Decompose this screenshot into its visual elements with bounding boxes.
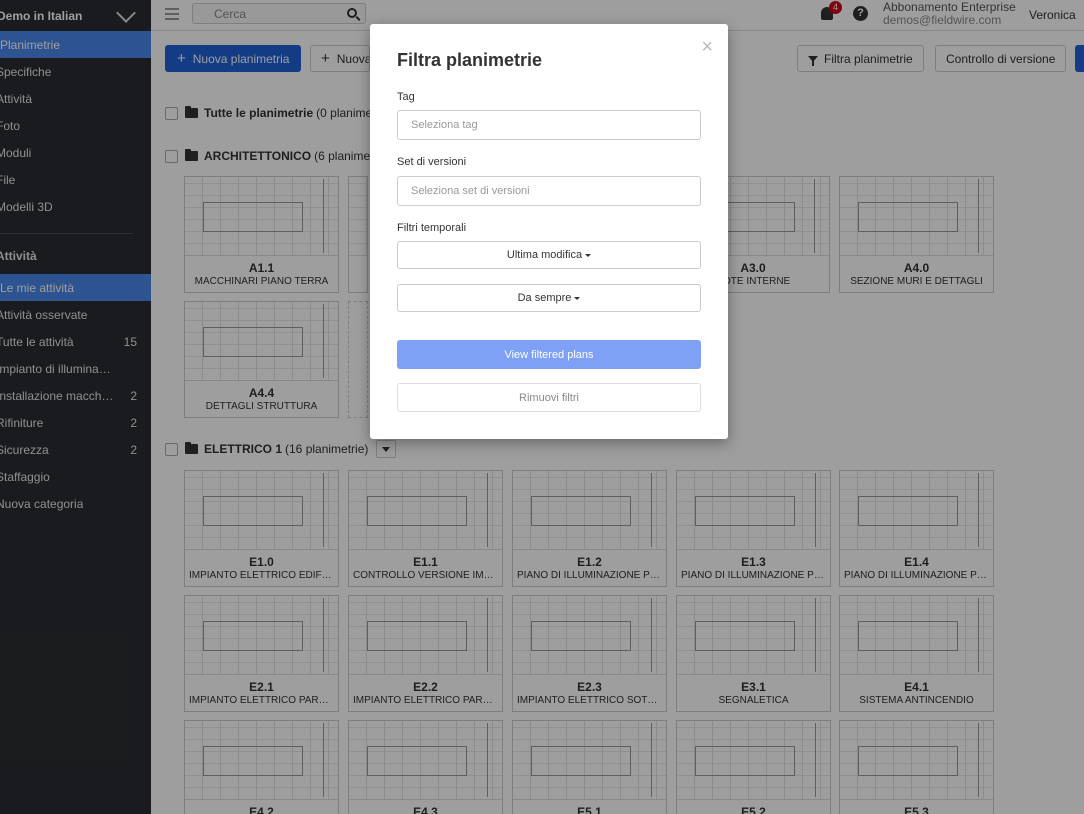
tag-placeholder: Seleziona tag: [411, 119, 478, 131]
since-dropdown[interactable]: Da sempre: [397, 284, 701, 312]
tag-label: Tag: [397, 91, 415, 103]
time-filters-label: Filtri temporali: [397, 222, 467, 234]
remove-filters-button[interactable]: Rimuovi filtri: [397, 383, 701, 412]
caret-down-icon: [585, 253, 592, 257]
since-label: Da sempre: [517, 292, 572, 304]
close-icon[interactable]: ×: [701, 37, 713, 57]
version-set-placeholder: Seleziona set di versioni: [411, 185, 530, 197]
last-modified-label: Ultima modifica: [506, 249, 583, 261]
version-set-label: Set di versioni: [397, 156, 467, 168]
version-set-select[interactable]: Seleziona set di versioni: [397, 176, 701, 206]
tag-select[interactable]: Seleziona tag: [397, 110, 701, 140]
view-filtered-plans-button[interactable]: View filtered plans: [397, 340, 701, 369]
last-modified-dropdown[interactable]: Ultima modifica: [397, 241, 701, 269]
caret-down-icon: [574, 296, 581, 300]
dialog-title: Filtra planimetrie: [397, 50, 543, 70]
filter-plans-dialog: × Filtra planimetrie Tag Seleziona tag S…: [370, 24, 728, 439]
